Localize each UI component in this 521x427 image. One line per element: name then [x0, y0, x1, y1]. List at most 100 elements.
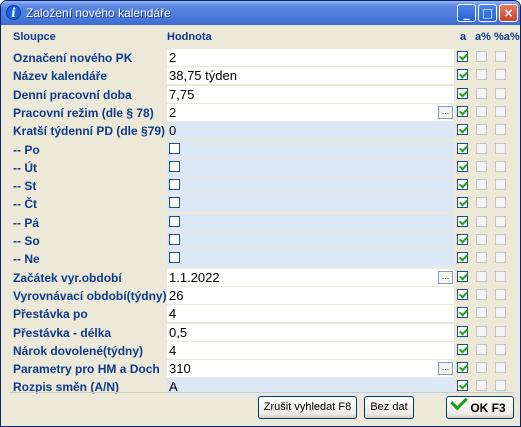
a-pct-checkbox[interactable] — [476, 143, 487, 154]
a-pct-checkbox[interactable] — [476, 179, 487, 190]
pct-a-pct-checkbox[interactable] — [495, 307, 506, 318]
ellipsis-button[interactable]: ... — [438, 106, 453, 119]
a-checkbox[interactable] — [457, 362, 468, 373]
column-header-a: a — [460, 31, 467, 43]
a-checkbox[interactable] — [457, 143, 468, 154]
maximize-button[interactable]: □ — [478, 4, 497, 22]
day-checkbox-cell[interactable] — [167, 232, 454, 249]
a-pct-checkbox[interactable] — [476, 289, 487, 300]
pct-a-pct-checkbox[interactable] — [495, 252, 506, 263]
pct-a-pct-checkbox[interactable] — [495, 124, 506, 135]
day-checkbox-cell[interactable] — [167, 214, 454, 231]
a-pct-checkbox[interactable] — [476, 362, 487, 373]
value-field[interactable]: 38,75 týden — [167, 67, 454, 84]
a-pct-checkbox[interactable] — [476, 307, 487, 318]
a-checkbox[interactable] — [457, 326, 468, 337]
row-label: Kratší týdenní PD (dle §79) — [13, 124, 166, 138]
a-checkbox[interactable] — [457, 69, 468, 80]
a-checkbox[interactable] — [457, 124, 468, 135]
a-pct-checkbox[interactable] — [476, 252, 487, 263]
a-checkbox[interactable] — [457, 252, 468, 263]
pct-a-pct-checkbox[interactable] — [495, 106, 506, 117]
a-checkbox[interactable] — [457, 234, 468, 245]
a-checkbox[interactable] — [457, 307, 468, 318]
day-checkbox[interactable] — [169, 216, 180, 227]
pct-a-pct-checkbox[interactable] — [495, 344, 506, 355]
value-field[interactable]: 0,5 — [167, 324, 454, 341]
pct-a-pct-checkbox[interactable] — [495, 88, 506, 99]
a-checkbox[interactable] — [457, 216, 468, 227]
a-pct-checkbox[interactable] — [476, 271, 487, 282]
pct-a-pct-checkbox[interactable] — [495, 326, 506, 337]
value-field[interactable]: 0 — [167, 122, 454, 139]
pct-a-pct-checkbox[interactable] — [495, 161, 506, 172]
day-checkbox[interactable] — [169, 161, 180, 172]
a-checkbox[interactable] — [457, 88, 468, 99]
a-checkbox[interactable] — [457, 380, 468, 391]
a-pct-checkbox[interactable] — [476, 88, 487, 99]
row-label: Začátek vyr.období — [13, 271, 122, 285]
ellipsis-button[interactable]: ... — [438, 362, 453, 375]
pct-a-pct-checkbox[interactable] — [495, 143, 506, 154]
a-pct-checkbox[interactable] — [476, 344, 487, 355]
title-bar[interactable]: i Založení nového kalendáře _ □ × — [1, 1, 520, 25]
a-pct-checkbox[interactable] — [476, 197, 487, 208]
pct-a-pct-checkbox[interactable] — [495, 197, 506, 208]
a-pct-checkbox[interactable] — [476, 234, 487, 245]
a-checkbox[interactable] — [457, 106, 468, 117]
close-button[interactable]: × — [499, 4, 518, 22]
value-field[interactable]: 2... — [167, 104, 454, 121]
ellipsis-button[interactable]: ... — [438, 271, 453, 284]
pct-a-pct-checkbox[interactable] — [495, 234, 506, 245]
a-pct-checkbox[interactable] — [476, 106, 487, 117]
column-header-a-pct: a% — [475, 31, 491, 43]
value-field[interactable]: 26 — [167, 287, 454, 304]
a-checkbox[interactable] — [457, 289, 468, 300]
a-pct-checkbox[interactable] — [476, 380, 487, 391]
ok-button[interactable]: OK F3 — [446, 392, 514, 419]
value-field[interactable]: 1.1.2022... — [167, 269, 454, 286]
a-pct-checkbox[interactable] — [476, 326, 487, 337]
value-field[interactable]: 310... — [167, 360, 454, 377]
value-text: 4 — [169, 306, 177, 321]
pct-a-pct-checkbox[interactable] — [495, 51, 506, 62]
day-checkbox-cell[interactable] — [167, 177, 454, 194]
day-checkbox-cell[interactable] — [167, 141, 454, 158]
pct-a-pct-checkbox[interactable] — [495, 380, 506, 391]
value-field[interactable]: 2 — [167, 49, 454, 66]
a-checkbox[interactable] — [457, 344, 468, 355]
day-checkbox-cell[interactable] — [167, 159, 454, 176]
table-row: -- St — [9, 177, 514, 195]
day-checkbox-cell[interactable] — [167, 195, 454, 212]
pct-a-pct-checkbox[interactable] — [495, 271, 506, 282]
value-text: 310 — [169, 361, 191, 376]
a-pct-checkbox[interactable] — [476, 69, 487, 80]
a-checkbox[interactable] — [457, 197, 468, 208]
a-checkbox[interactable] — [457, 51, 468, 62]
value-field[interactable]: 4 — [167, 342, 454, 359]
a-pct-checkbox[interactable] — [476, 51, 487, 62]
value-field[interactable]: 4 — [167, 305, 454, 322]
day-checkbox[interactable] — [169, 197, 180, 208]
day-checkbox[interactable] — [169, 252, 180, 263]
pct-a-pct-checkbox[interactable] — [495, 179, 506, 190]
a-pct-checkbox[interactable] — [476, 161, 487, 172]
a-checkbox[interactable] — [457, 271, 468, 282]
pct-a-pct-checkbox[interactable] — [495, 69, 506, 80]
minimize-button[interactable]: _ — [457, 4, 476, 22]
cancel-search-button[interactable]: Zrušit vyhledat F8 — [258, 396, 357, 419]
pct-a-pct-checkbox[interactable] — [495, 216, 506, 227]
a-pct-checkbox[interactable] — [476, 124, 487, 135]
no-date-button[interactable]: Bez dat — [364, 396, 414, 419]
a-pct-checkbox[interactable] — [476, 216, 487, 227]
a-checkbox[interactable] — [457, 179, 468, 190]
a-checkbox[interactable] — [457, 161, 468, 172]
day-checkbox-cell[interactable] — [167, 250, 454, 267]
value-field[interactable]: 7,75 — [167, 86, 454, 103]
pct-a-pct-checkbox[interactable] — [495, 362, 506, 373]
day-checkbox[interactable] — [169, 179, 180, 190]
pct-a-pct-checkbox[interactable] — [495, 289, 506, 300]
day-checkbox[interactable] — [169, 234, 180, 245]
day-checkbox[interactable] — [169, 143, 180, 154]
row-label: Název kalendáře — [13, 69, 108, 83]
